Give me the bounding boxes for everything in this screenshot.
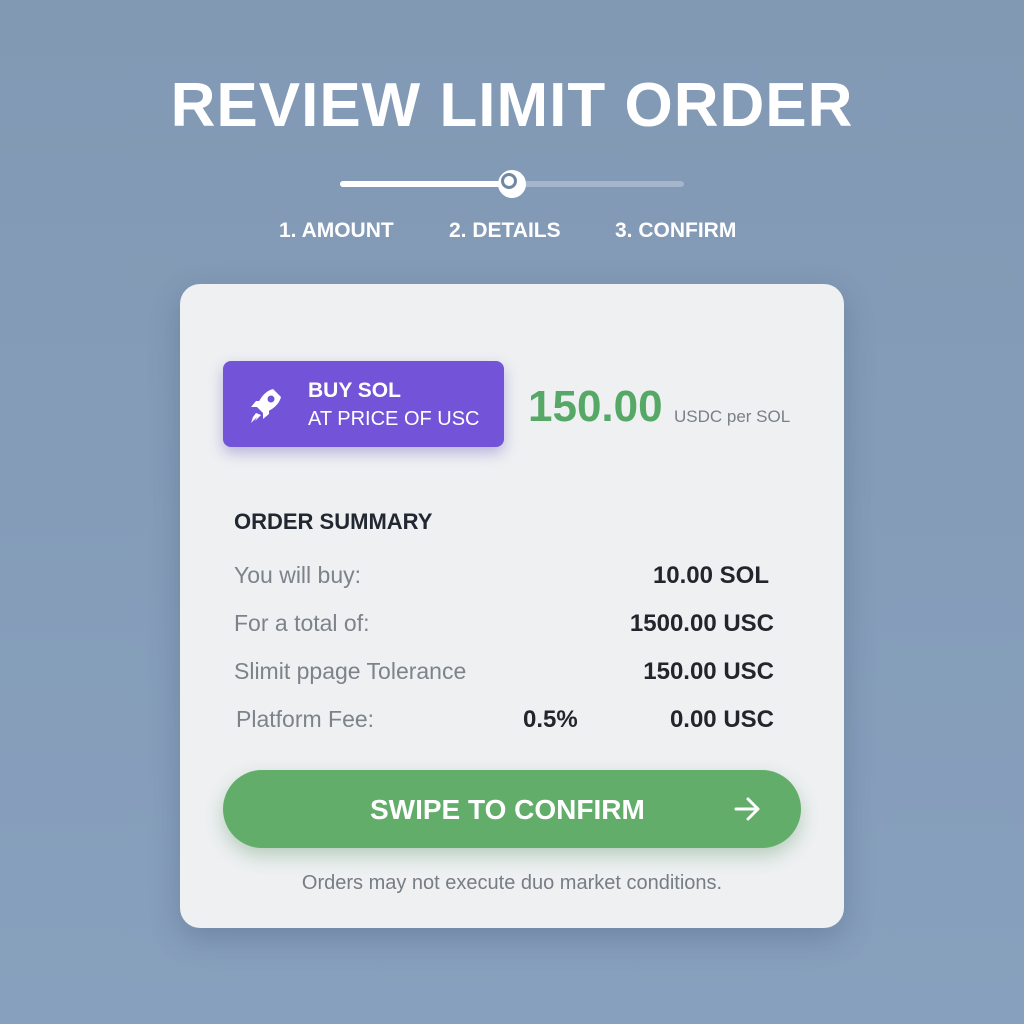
progress-fill [340, 181, 512, 187]
arrow-right-icon [734, 797, 760, 821]
summary-label-total: For a total of: [234, 610, 370, 636]
buy-sol-badge: BUY SOL AT PRICE OF USC [223, 361, 504, 447]
step-labels: 1. AMOUNT 2. DETAILS 3. CONFIRM [0, 219, 1024, 245]
summary-value-slippage: 150.00 USC [643, 658, 774, 685]
progress-knob[interactable] [498, 170, 526, 198]
disclaimer-text: Orders may not execute duo market condit… [301, 872, 723, 894]
swipe-label: SWIPE TO CONFIRM [370, 794, 645, 825]
summary-label-slippage: Slimit ppage Tolerance [234, 658, 467, 684]
order-review-card: BUY SOL AT PRICE OF USC 150.00 USDC per … [180, 284, 844, 928]
summary-label-fee: Platform Fee: [236, 706, 375, 732]
summary-value-fee: 0.00 USC [669, 706, 774, 733]
summary-value-buy-amount: 10.00 SOL [652, 562, 769, 589]
step-amount[interactable]: 1. AMOUNT [279, 219, 394, 243]
page-title: REVIEW LIMIT ORDER [170, 71, 854, 140]
badge-action-label: BUY SOL [308, 379, 401, 402]
summary-fee-percent: 0.5% [523, 706, 578, 733]
limit-price-unit: USDC per SOL [674, 407, 791, 426]
swipe-to-confirm-button[interactable]: SWIPE TO CONFIRM [223, 770, 801, 848]
step-progress-bar [340, 170, 684, 198]
badge-price-label: AT PRICE OF USC [308, 408, 480, 430]
summary-value-total: 1500.00 USC [629, 610, 774, 637]
limit-price-value: 150.00 [528, 382, 663, 431]
step-details[interactable]: 2. DETAILS [449, 219, 561, 243]
rocket-icon [250, 389, 281, 423]
summary-label-buy-amount: You will buy: [234, 562, 362, 588]
step-confirm[interactable]: 3. CONFIRM [615, 219, 736, 243]
order-summary-title: ORDER SUMMARY [234, 509, 433, 534]
